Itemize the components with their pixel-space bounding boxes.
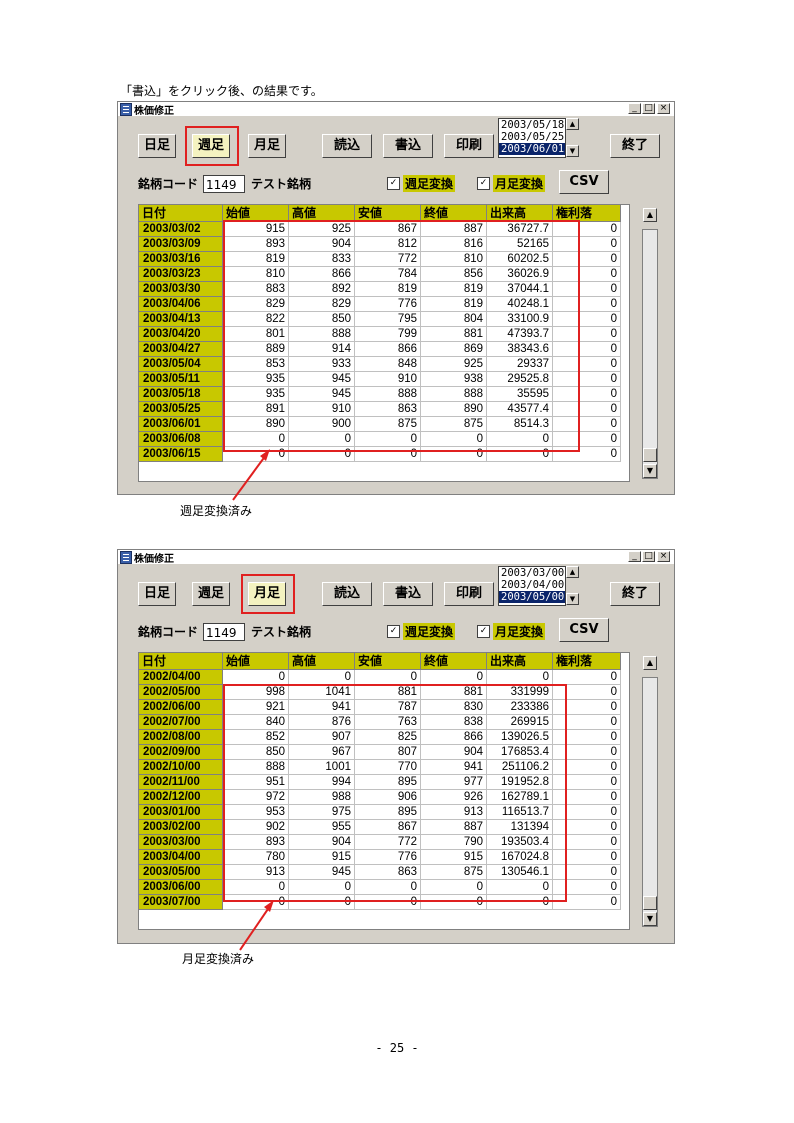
arrow-line xyxy=(239,905,271,951)
arrow-line xyxy=(232,454,267,501)
page-number: - 25 - xyxy=(375,1041,419,1055)
arrow-head xyxy=(260,449,270,461)
annotation-arrows xyxy=(232,449,274,951)
arrow-head xyxy=(264,900,274,912)
